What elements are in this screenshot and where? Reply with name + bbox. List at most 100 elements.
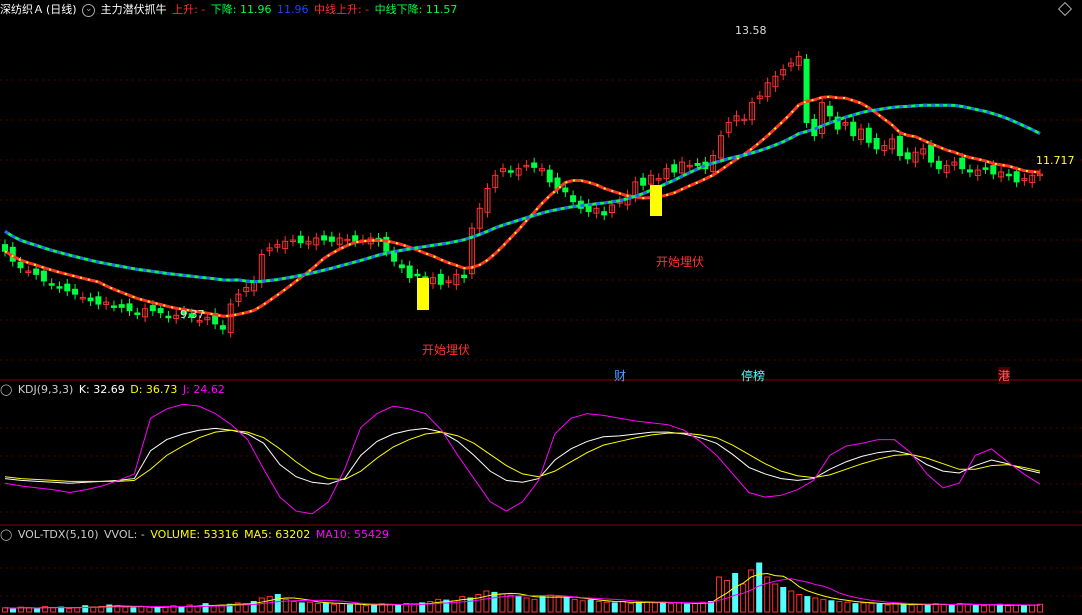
candle-body: [352, 235, 359, 242]
indicator-name: 主力潜伏抓牛: [100, 3, 167, 16]
candle-body: [562, 187, 569, 193]
candle-body: [437, 273, 444, 285]
long-ma-blue: [4, 103, 1041, 284]
vol-vvol: VVOL: -: [104, 528, 145, 541]
tag-gang[interactable]: 港: [998, 367, 1011, 384]
vol-name: VOL-TDX(5,10): [17, 528, 99, 541]
volume-bar: [74, 607, 81, 613]
candle-body: [671, 164, 678, 173]
volume-bar: [258, 597, 265, 613]
up-label: 上升: -: [172, 3, 206, 16]
candle-body: [95, 296, 102, 305]
volume-bar: [146, 606, 153, 613]
ambush-label-1: 开始埋伏: [422, 343, 471, 357]
volume-bar: [756, 562, 763, 613]
volume-bar: [1012, 604, 1019, 613]
kdj-name: KDJ(9,3,3): [17, 383, 74, 396]
candle-body: [803, 58, 810, 123]
volume-bar: [1004, 605, 1011, 613]
volume-bar: [900, 603, 907, 613]
volume-bar: [651, 602, 658, 613]
candle-body: [134, 312, 141, 315]
volume-bar: [716, 576, 723, 613]
volume-bar: [66, 608, 73, 613]
volume-bar: [507, 594, 514, 613]
volume-bar: [555, 596, 562, 613]
volume-bar: [980, 605, 987, 613]
volume-bar: [547, 594, 554, 613]
candle-body: [33, 268, 40, 275]
volume-bar: [467, 597, 474, 613]
volume-bar: [338, 603, 345, 613]
ambush-label-2: 开始埋伏: [656, 255, 705, 269]
trend-dots: [4, 95, 1041, 318]
volume-bar: [355, 603, 362, 613]
candle-body: [110, 305, 117, 308]
candle-body: [126, 303, 133, 312]
candle-body: [149, 305, 156, 312]
volume-bar: [692, 603, 698, 613]
tag-ting[interactable]: 停榜: [741, 367, 765, 384]
volume-bar: [34, 608, 41, 613]
candle-body: [48, 283, 55, 286]
volume-bar: [836, 601, 843, 613]
volume-bar: [635, 601, 642, 613]
volume-bar: [732, 573, 739, 613]
kdj-header: ◯ KDJ(9,3,3) K: 32.69 D: 36.73 J: 24.62: [0, 380, 227, 400]
candle-body: [1013, 171, 1020, 183]
volume-bar: [884, 604, 891, 613]
volume-bar: [916, 603, 923, 613]
volume-bar: [796, 594, 803, 613]
candle-body: [982, 167, 989, 170]
volume-bar: [740, 583, 747, 613]
volume-bar: [531, 598, 538, 613]
volume-bar: [347, 604, 353, 613]
volume-bar: [627, 603, 634, 613]
candle-body: [56, 286, 63, 289]
candle-body: [165, 315, 172, 319]
volume-bar: [1028, 604, 1035, 613]
tag-cai[interactable]: 财: [614, 367, 626, 384]
kdj-collapse-icon[interactable]: ◯: [0, 383, 12, 396]
volume-bar: [579, 600, 586, 613]
volume-bar: [411, 603, 418, 613]
vol-volume: VOLUME: 53316: [150, 528, 239, 541]
volume-bar: [459, 596, 466, 613]
volume-bar: [828, 600, 835, 613]
collapse-icon[interactable]: ⌄: [82, 3, 96, 17]
low-label: 9.37: [180, 308, 205, 321]
volume-bar: [804, 596, 811, 613]
volume-bar: [611, 602, 618, 613]
candle-body: [694, 162, 701, 166]
volume-bar: [988, 604, 995, 613]
candle-body: [850, 121, 857, 137]
volume-bar: [619, 601, 626, 613]
vol-ma10: MA10: 55429: [315, 528, 390, 541]
candle-body: [414, 273, 421, 277]
volume-bar: [844, 601, 851, 613]
volume-bar: [483, 590, 490, 613]
volume-bar: [539, 596, 546, 613]
volume-bar: [772, 583, 779, 613]
period: (日线): [46, 3, 77, 16]
candle-body: [904, 152, 911, 160]
volume-bar: [130, 607, 137, 613]
kdj-d: D: 36.73: [130, 383, 178, 396]
kdj-line-j: [4, 403, 1041, 515]
volume-bar: [587, 599, 594, 613]
stock-chart[interactable]: [0, 0, 1082, 615]
mid-up-label: 中线上升: -: [313, 3, 370, 16]
volume-bar: [202, 603, 209, 613]
volume-bar: [820, 598, 827, 613]
volume-bar: [330, 603, 337, 613]
candle-body: [328, 236, 335, 242]
vol-collapse-icon[interactable]: ◯: [0, 528, 12, 541]
volume-bar: [603, 601, 610, 613]
volume-bar: [852, 603, 859, 613]
volume-bar: [387, 603, 394, 613]
candle-body: [406, 265, 413, 279]
volume-bar: [659, 601, 666, 613]
volume-bar: [395, 604, 402, 613]
candle-body: [570, 195, 577, 203]
candle-body: [531, 162, 538, 168]
